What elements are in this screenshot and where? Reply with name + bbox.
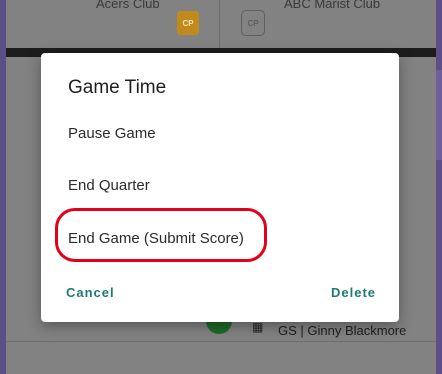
team-divider bbox=[219, 0, 220, 48]
team-name-left: Acers Club bbox=[96, 0, 160, 11]
team-name-right: ABC Marist Club bbox=[284, 0, 381, 11]
position-badge-left: CP bbox=[177, 11, 199, 35]
row-divider bbox=[6, 341, 436, 342]
game-time-dialog: Game Time Pause Game End Quarter End Gam… bbox=[41, 53, 399, 322]
end-quarter-option[interactable]: End Quarter bbox=[68, 177, 150, 194]
device-frame-right bbox=[436, 0, 442, 374]
end-game-option[interactable]: End Game (Submit Score) bbox=[68, 230, 244, 247]
pause-game-option[interactable]: Pause Game bbox=[68, 125, 156, 142]
dialog-title: Game Time bbox=[68, 77, 167, 98]
team-header-row: Acers Club CP CP ABC Marist Club bbox=[6, 0, 436, 48]
delete-button[interactable]: Delete bbox=[331, 285, 376, 300]
player-label: GS | Ginny Blackmore bbox=[278, 323, 407, 338]
cancel-button[interactable]: Cancel bbox=[66, 285, 115, 300]
position-badge-right: CP bbox=[241, 10, 265, 36]
netball-icon: ▦ bbox=[252, 320, 264, 334]
